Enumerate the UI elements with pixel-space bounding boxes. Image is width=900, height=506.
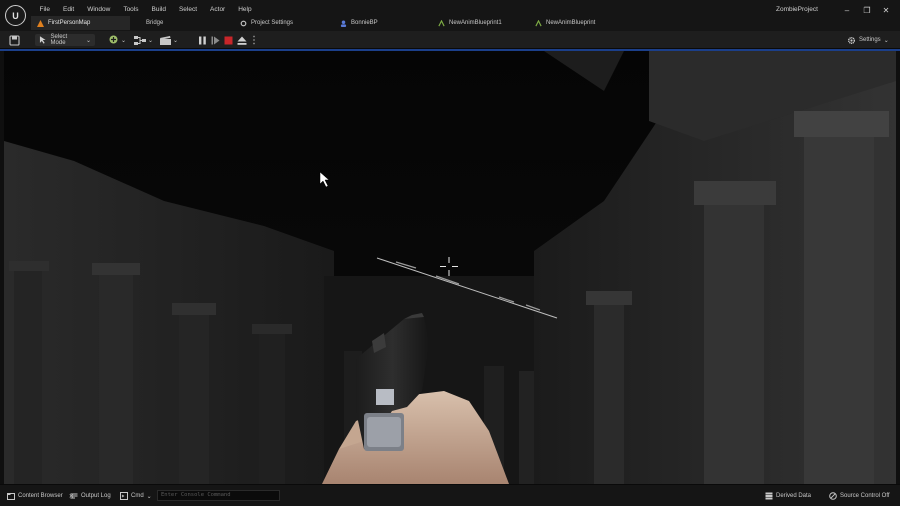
menu-tools[interactable]: Tools: [117, 4, 145, 15]
blueprint-graph-icon: [134, 35, 146, 45]
output-log-label: Output Log: [81, 493, 111, 499]
tab-newanimblueprint1[interactable]: NewAnimBlueprint1: [432, 16, 529, 30]
derived-data-button[interactable]: Derived Data: [765, 491, 811, 501]
level-viewport[interactable]: [4, 51, 896, 484]
tab-label: NewAnimBlueprint1: [449, 20, 502, 26]
select-mode-label: Select Mode: [50, 34, 68, 46]
tab-label: FirstPersonMap: [48, 20, 91, 26]
tab-bridge[interactable]: Bridge: [130, 16, 234, 30]
frame-skip-button[interactable]: [211, 34, 220, 46]
cinematics-button[interactable]: ⌄: [160, 34, 180, 46]
tab-newanimblueprint[interactable]: NewAnimBlueprint: [529, 16, 626, 30]
restore-button[interactable]: ❐: [861, 6, 873, 16]
blueprint-icon: [340, 19, 347, 27]
more-options-icon[interactable]: [252, 34, 256, 46]
minimize-button[interactable]: –: [841, 6, 853, 16]
eject-icon: [237, 36, 247, 45]
cmd-label: Cmd: [131, 493, 144, 499]
chevron-down-icon: ⌄: [883, 37, 889, 44]
select-mode-dropdown[interactable]: Select Mode ⌄: [35, 34, 95, 46]
content-browser-button[interactable]: Content Browser ✕: [7, 491, 74, 501]
menu-build[interactable]: Build: [145, 4, 172, 15]
stop-icon: [224, 36, 233, 44]
tab-label: BonnieBP: [351, 20, 378, 26]
title-bar: U File Edit Window Tools Build Select Ac…: [0, 0, 900, 31]
main-toolbar: Select Mode ⌄ ⌄ ⌄ ⌄ Settings ⌄: [0, 31, 900, 49]
menu-bar: File Edit Window Tools Build Select Acto…: [33, 4, 258, 15]
chevron-down-icon: ⌄: [121, 37, 127, 44]
save-icon[interactable]: [9, 34, 20, 46]
menu-file[interactable]: File: [33, 4, 56, 15]
clapperboard-icon: [160, 35, 171, 45]
tab-label: Bridge: [146, 20, 164, 26]
source-control-button[interactable]: Source Control Off: [829, 491, 890, 501]
stop-button[interactable]: [224, 34, 233, 46]
cursor-icon: [39, 36, 46, 44]
derived-data-icon: [765, 492, 773, 500]
derived-data-label: Derived Data: [776, 493, 812, 499]
cmd-dropdown[interactable]: Cmd ⌄: [120, 491, 152, 501]
anim-blueprint-icon: [438, 19, 445, 26]
level-icon: [37, 19, 44, 27]
settings-button[interactable]: Settings ⌄: [847, 34, 889, 46]
output-log-icon: [70, 493, 78, 499]
menu-window[interactable]: Window: [81, 4, 117, 15]
chevron-down-icon: ⌄: [173, 37, 179, 44]
source-control-label: Source Control Off: [840, 493, 890, 499]
chevron-down-icon: ⌄: [148, 37, 154, 44]
menu-edit[interactable]: Edit: [56, 4, 80, 15]
frame-skip-icon: [211, 36, 220, 44]
close-button[interactable]: ✕: [880, 6, 892, 16]
status-bar: Content Browser ✕ Output Log Cmd ⌄ Enter…: [0, 484, 900, 506]
blueprints-button[interactable]: ⌄: [134, 34, 154, 46]
chevron-down-icon: ⌄: [85, 37, 91, 44]
tab-bonniebp[interactable]: BonnieBP: [334, 16, 432, 30]
anim-blueprint-icon: [535, 19, 542, 26]
project-name: ZombieProject: [776, 6, 818, 13]
menu-select[interactable]: Select: [172, 4, 203, 15]
source-control-off-icon: [829, 492, 837, 500]
terminal-icon: [120, 492, 128, 500]
tab-firstpersonmap[interactable]: FirstPersonMap: [31, 16, 130, 30]
unreal-logo-icon[interactable]: U: [5, 5, 26, 26]
content-browser-label: Content Browser: [18, 493, 63, 499]
folder-icon: [7, 493, 15, 500]
add-actor-button[interactable]: ⌄: [109, 34, 129, 46]
document-tabs: FirstPersonMap Bridge Project Settings B…: [31, 16, 626, 30]
settings-icon: [240, 20, 247, 26]
output-log-button[interactable]: Output Log: [70, 491, 111, 501]
console-command-input[interactable]: Enter Console Command: [157, 490, 280, 501]
gear-icon: [848, 36, 855, 44]
add-actor-icon: [109, 35, 118, 44]
pause-button[interactable]: [198, 34, 207, 46]
tab-label: NewAnimBlueprint: [546, 20, 596, 26]
tab-label: Project Settings: [251, 20, 294, 26]
chevron-down-icon: ⌄: [146, 493, 152, 500]
game-scene: [4, 51, 896, 484]
menu-actor[interactable]: Actor: [204, 4, 232, 15]
eject-button[interactable]: [237, 34, 247, 46]
pause-icon: [199, 36, 206, 44]
settings-label: Settings: [859, 37, 881, 43]
menu-help[interactable]: Help: [232, 4, 258, 15]
tab-project-settings[interactable]: Project Settings: [234, 16, 334, 30]
